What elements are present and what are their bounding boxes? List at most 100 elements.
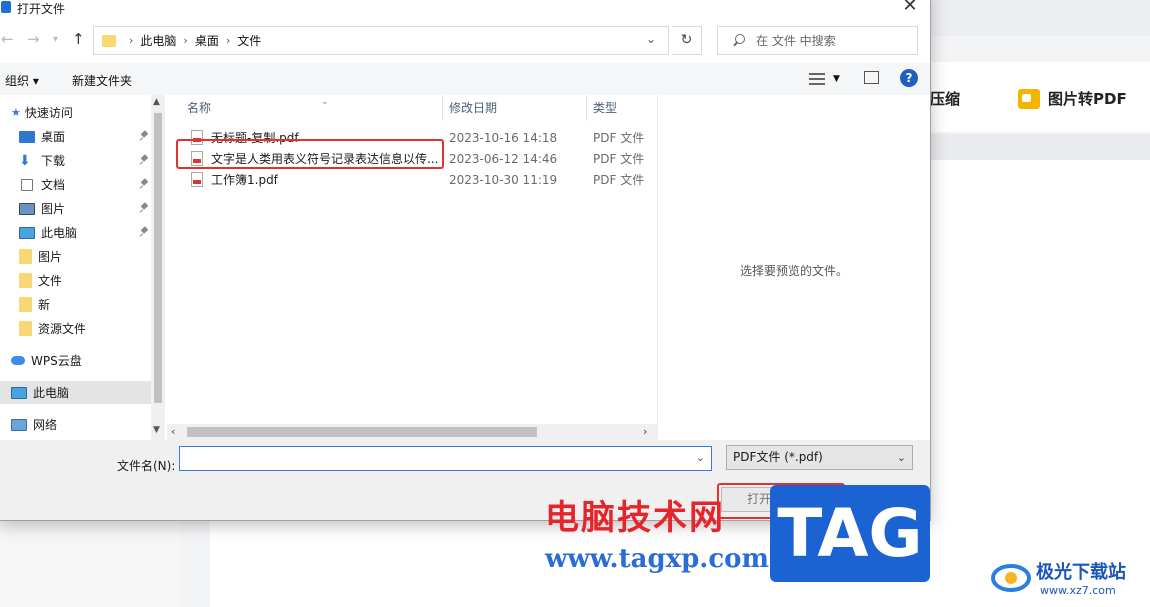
view-options-icon[interactable] [809, 73, 825, 87]
network-icon [11, 418, 27, 431]
scroll-left-icon[interactable]: ‹ [171, 425, 175, 438]
search-input[interactable]: 在 文件 中搜索 [717, 26, 918, 55]
horizontal-scrollbar[interactable]: ‹ › [167, 424, 657, 440]
view-dropdown-icon[interactable]: ▼ [833, 74, 840, 84]
background-strip [930, 134, 1150, 160]
filename-label: 文件名(N): [117, 459, 176, 473]
preview-message: 选择要预览的文件。 [740, 264, 849, 278]
nav-item-downloads[interactable]: ⬇ 下载 [0, 149, 151, 172]
folder-icon [19, 297, 32, 312]
nav-item-label: 图片 [41, 202, 66, 216]
background-title-band [930, 0, 1150, 36]
watermark-site-url: www.tagxp.com [545, 544, 770, 574]
forward-arrow-icon[interactable]: → [27, 30, 40, 48]
preview-pane: 选择要预览的文件。 [657, 95, 930, 440]
nav-item-folder-files[interactable]: 文件 [0, 269, 151, 292]
background-left-panel [0, 520, 180, 607]
nav-quick-access[interactable]: ★ 快速访问 [0, 101, 151, 124]
pin-icon [139, 226, 149, 238]
image-to-pdf-label: 图片转PDF [1048, 90, 1127, 108]
download-icon: ⬇ [19, 152, 31, 169]
chevron-down-icon: ⌄ [896, 451, 906, 464]
watermark-tag-logo: TAG [770, 485, 930, 582]
file-type: PDF 文件 [593, 152, 645, 166]
nav-scrollbar[interactable]: ▲ ▼ [151, 95, 165, 440]
file-name: 工作簿1.pdf [211, 173, 278, 187]
new-folder-button[interactable]: 新建文件夹 [72, 72, 132, 89]
nav-item-label: 下载 [41, 154, 66, 168]
dialog-toolbar: 组织 ▾ 新建文件夹 ▼ ? [0, 63, 930, 95]
back-arrow-icon[interactable]: ← [1, 30, 14, 48]
file-type-filter[interactable]: PDF文件 (*.pdf) ⌄ [726, 445, 913, 470]
search-icon [732, 33, 746, 48]
chevron-down-icon[interactable]: ⌄ [646, 32, 656, 46]
nav-item-folder-new[interactable]: 新 [0, 293, 151, 316]
dialog-titlebar: 打开文件 ✕ [0, 0, 930, 19]
desktop-icon [19, 130, 35, 143]
nav-item-folder-pictures[interactable]: 图片 [0, 245, 151, 268]
organize-button[interactable]: 组织 ▾ [5, 72, 39, 89]
address-row: ← → ▾ ↑ › 此电脑 › 桌面 › 文件 ⌄ ↻ 在 文件 中搜索 [0, 25, 930, 59]
nav-wps-cloud-label: WPS云盘 [31, 354, 82, 368]
filename-input[interactable]: ⌄ [179, 446, 712, 471]
chevron-right-icon[interactable]: › [183, 34, 187, 47]
nav-item-label: 此电脑 [41, 226, 78, 240]
file-list: 名称 ⌄ 修改日期 类型 无标题-复制.pdf 2023-10-16 14:18… [167, 95, 657, 440]
pictures-icon [19, 202, 35, 215]
column-type-label: 类型 [593, 101, 618, 115]
pin-icon [139, 130, 149, 142]
nav-item-documents[interactable]: 文档 [0, 173, 151, 196]
column-header-name[interactable]: 名称 ⌄ [181, 95, 443, 121]
folder-icon [19, 249, 32, 264]
compress-tool[interactable]: 压缩 [930, 88, 960, 109]
file-modified: 2023-10-30 11:19 [449, 172, 558, 187]
dialog-title: 打开文件 [17, 2, 66, 16]
scroll-down-icon[interactable]: ▼ [153, 425, 160, 435]
nav-item-desktop[interactable]: 桌面 [0, 125, 151, 148]
breadcrumb-desktop[interactable]: 桌面 [195, 32, 219, 49]
nav-quick-access-label: 快速访问 [24, 106, 73, 120]
nav-item-label: 新 [38, 298, 51, 312]
nav-wps-cloud[interactable]: WPS云盘 [0, 349, 151, 372]
pin-icon [139, 178, 149, 190]
up-arrow-icon[interactable]: ↑ [72, 30, 85, 48]
pin-icon [139, 154, 149, 166]
scroll-up-icon[interactable]: ▲ [153, 97, 160, 107]
nav-item-this-pc-pinned[interactable]: 此电脑 [0, 221, 151, 244]
address-bar[interactable]: › 此电脑 › 桌面 › 文件 ⌄ [93, 26, 669, 55]
scroll-right-icon[interactable]: › [643, 425, 647, 438]
refresh-icon[interactable]: ↻ [672, 26, 702, 55]
chevron-right-icon[interactable]: › [129, 34, 133, 47]
background-content [930, 160, 1150, 520]
recent-locations-icon[interactable]: ▾ [53, 34, 58, 45]
column-header-type[interactable]: 类型 [587, 95, 657, 121]
pdf-file-icon [191, 172, 203, 187]
image-to-pdf-tool[interactable]: 图片转PDF [1018, 88, 1127, 109]
file-row[interactable]: 工作簿1.pdf 2023-10-30 11:19 PDF 文件 [181, 169, 657, 190]
nav-item-label: 文档 [41, 178, 66, 192]
nav-item-pictures[interactable]: 图片 [0, 197, 151, 220]
chevron-right-icon[interactable]: › [226, 34, 230, 47]
file-type: PDF 文件 [593, 131, 645, 145]
preview-pane-icon[interactable] [864, 71, 879, 84]
xz-logo-icon [991, 564, 1031, 592]
horizontal-scroll-thumb[interactable] [187, 427, 537, 437]
help-icon[interactable]: ? [900, 69, 918, 87]
nav-item-label: 文件 [38, 274, 63, 288]
nav-item-folder-resources[interactable]: 资源文件 [0, 317, 151, 340]
column-header-modified[interactable]: 修改日期 [443, 95, 587, 121]
watermark-site-name: 电脑技术网 [545, 498, 725, 538]
folder-icon [102, 34, 116, 47]
pin-icon [139, 202, 149, 214]
breadcrumb-files[interactable]: 文件 [237, 32, 261, 49]
nav-scroll-thumb[interactable] [154, 113, 162, 403]
computer-icon [11, 386, 27, 399]
nav-item-label: 资源文件 [38, 322, 87, 336]
sort-indicator-icon: ⌄ [321, 97, 329, 107]
nav-item-label: 图片 [38, 250, 63, 264]
nav-this-pc[interactable]: 此电脑 [0, 381, 151, 404]
close-icon[interactable]: ✕ [898, 0, 922, 19]
nav-network[interactable]: 网络 [0, 413, 151, 436]
chevron-down-icon[interactable]: ⌄ [696, 451, 705, 464]
breadcrumb-this-pc[interactable]: 此电脑 [140, 32, 176, 49]
